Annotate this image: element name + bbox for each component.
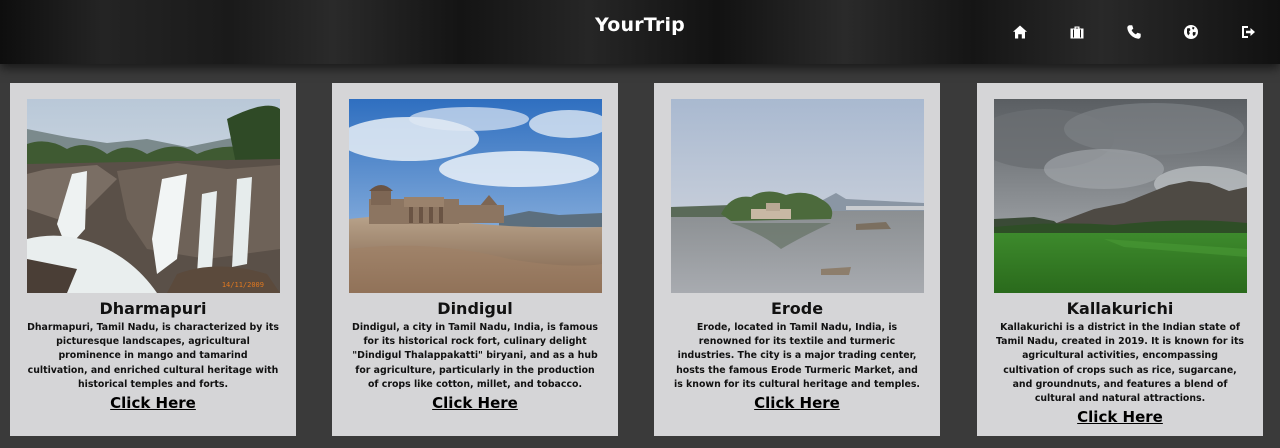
- card-title: Kallakurichi: [1066, 299, 1174, 318]
- nav-icons: [975, 20, 1280, 44]
- click-here-link[interactable]: Click Here: [1077, 407, 1163, 427]
- click-here-link[interactable]: Click Here: [432, 393, 518, 413]
- kallakurichi-fields-photo: [994, 99, 1247, 293]
- click-here-link[interactable]: Click Here: [754, 393, 840, 413]
- card-kallakurichi: Kallakurichi Kallakurichi is a district …: [977, 83, 1263, 436]
- dindigul-rock-fort-photo: [349, 99, 602, 293]
- home-icon[interactable]: [1008, 20, 1032, 44]
- card-title: Dindigul: [437, 299, 513, 318]
- phone-icon[interactable]: [1122, 20, 1146, 44]
- card-erode: Erode Erode, located in Tamil Nadu, Indi…: [654, 83, 940, 436]
- logout-icon[interactable]: [1236, 20, 1260, 44]
- globe-icon[interactable]: [1179, 20, 1203, 44]
- click-here-link[interactable]: Click Here: [110, 393, 196, 413]
- photo-date-stamp: 14/11/2009: [221, 281, 264, 289]
- card-description: Erode, located in Tamil Nadu, India, is …: [674, 322, 920, 390]
- card-description: Kallakurichi is a district in the Indian…: [995, 322, 1245, 405]
- card-dharmapuri: 14/11/2009 Dharmapuri Dharmapuri, Tamil …: [10, 83, 296, 436]
- card-description: Dharmapuri, Tamil Nadu, is characterized…: [27, 322, 279, 390]
- card-title: Erode: [770, 299, 824, 318]
- erode-river-photo: [671, 99, 924, 293]
- card-dindigul: Dindigul Dindigul, a city in Tamil Nadu,…: [332, 83, 618, 436]
- card-title: Dharmapuri: [99, 299, 207, 318]
- briefcase-icon[interactable]: [1065, 20, 1089, 44]
- destination-cards: 14/11/2009 Dharmapuri Dharmapuri, Tamil …: [0, 83, 1280, 436]
- dharmapuri-waterfall-photo: 14/11/2009: [27, 99, 280, 293]
- navbar: YourTrip: [0, 0, 1280, 64]
- card-description: Dindigul, a city in Tamil Nadu, India, i…: [352, 322, 598, 390]
